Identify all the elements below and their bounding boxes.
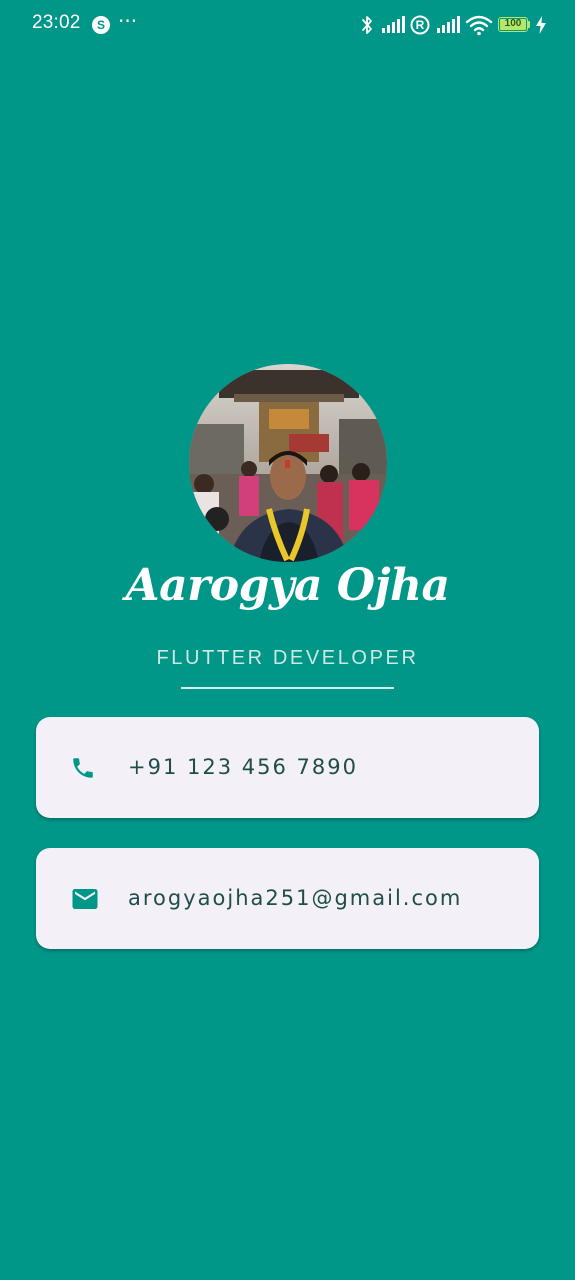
bluetooth-icon	[362, 16, 372, 34]
email-address: arogyaojha251@gmail.com	[128, 886, 463, 910]
profile-avatar	[189, 364, 387, 562]
status-bar: 23:02 S ··· R 100	[0, 0, 575, 50]
phone-card[interactable]: +91 123 456 7890	[36, 717, 539, 818]
profile-name: Aarogya Ojha	[125, 560, 450, 611]
notification-badge-icon: S	[92, 16, 110, 34]
roaming-letter: R	[415, 18, 425, 32]
profile-title: FLUTTER DEVELOPER	[156, 647, 419, 669]
mail-icon	[72, 889, 98, 909]
battery-cap	[528, 21, 530, 28]
divider	[181, 687, 394, 689]
signal-icon	[382, 16, 405, 33]
phone-number: +91 123 456 7890	[128, 755, 358, 779]
phone-icon	[73, 758, 93, 778]
profile-photo	[189, 364, 387, 562]
battery-level: 100	[504, 18, 522, 29]
charging-bolt-icon	[536, 16, 546, 34]
battery-icon: 100	[498, 17, 528, 32]
wifi-icon	[465, 15, 493, 36]
signal-icon	[437, 16, 460, 33]
email-card[interactable]: arogyaojha251@gmail.com	[36, 848, 539, 949]
status-time: 23:02	[32, 12, 81, 33]
more-notifications-icon: ···	[118, 9, 138, 33]
